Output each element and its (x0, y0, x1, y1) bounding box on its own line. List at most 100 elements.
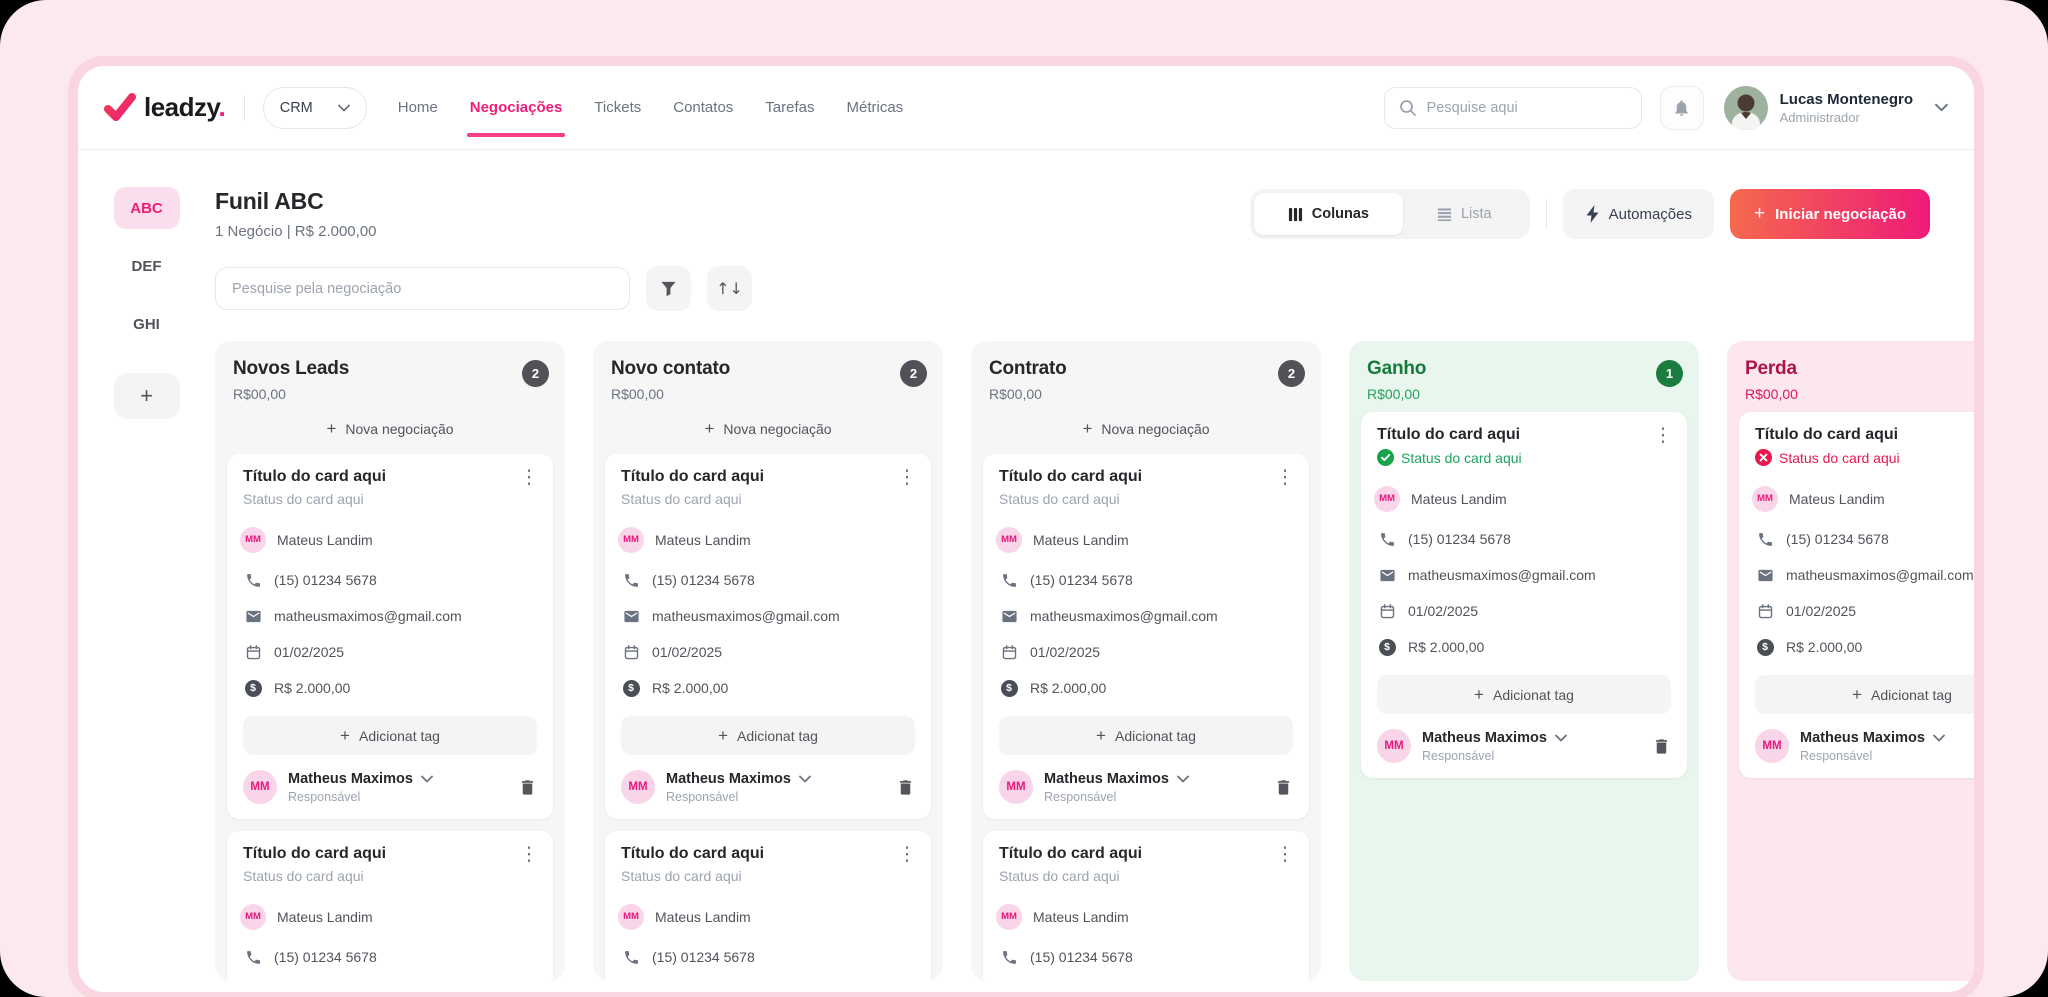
card-menu-button[interactable]: ⋮ (1273, 467, 1297, 488)
deal-card[interactable]: Título do card aqui Status do card aqui … (227, 831, 553, 981)
notifications-button[interactable] (1660, 86, 1704, 130)
new-deal-button[interactable]: + Nova negociação (593, 410, 943, 452)
card-title: Título do card aqui (621, 845, 915, 863)
card-contact-row: MM Mateus Landim (1377, 476, 1671, 521)
card-phone-row: (15) 01234 5678 (243, 562, 537, 598)
bell-icon (1672, 98, 1691, 118)
profile-menu[interactable]: Lucas Montenegro Administrador (1724, 86, 1948, 130)
add-tag-button[interactable]: + Adicionat tag (243, 716, 537, 755)
add-funnel-button[interactable]: + (114, 373, 180, 419)
phone-value: (15) 01234 5678 (1408, 531, 1511, 547)
add-tag-button[interactable]: + Adicionat tag (621, 716, 915, 755)
nav-item-tickets[interactable]: Tickets (593, 95, 642, 120)
deal-card[interactable]: Título do card aqui Status do card aqui … (983, 454, 1309, 819)
card-rows: MM Mateus Landim (15) 01234 5678 matheus… (1755, 476, 1974, 665)
owner-select[interactable]: Matheus Maximos (288, 771, 433, 787)
nav-item-contatos[interactable]: Contatos (672, 95, 734, 120)
owner-avatar: MM (999, 770, 1033, 804)
card-menu-button[interactable]: ⋮ (1651, 425, 1675, 446)
phone-icon (1001, 949, 1018, 966)
deal-card[interactable]: Título do card aqui Status do card aqui … (1361, 412, 1687, 778)
column-title: Perda (1745, 358, 1798, 380)
nav-item-metricas[interactable]: Métricas (846, 95, 905, 120)
deal-card[interactable]: Título do card aqui Status do card aqui … (605, 831, 931, 981)
sort-icon: ↑↓ (716, 279, 743, 298)
nav-item-negociacoes[interactable]: Negociações (469, 95, 564, 120)
date-value: 01/02/2025 (1408, 603, 1478, 619)
column-header: Contrato R$00,00 2 (971, 341, 1321, 410)
plus-icon: + (1852, 685, 1862, 705)
owner-select[interactable]: Matheus Maximos (1044, 771, 1189, 787)
contact-name: Mateus Landim (1033, 909, 1129, 925)
card-phone-row: (15) 01234 5678 (621, 939, 915, 975)
deal-card[interactable]: Título do card aqui Status do card aqui … (227, 454, 553, 819)
contact-avatar: MM (996, 904, 1022, 930)
funnel-item-abc[interactable]: ABC (114, 187, 180, 229)
owner-select[interactable]: Matheus Maximos (1800, 730, 1945, 746)
amount-icon: $ (245, 680, 262, 697)
card-contact-row: MM Mateus Landim (243, 894, 537, 939)
view-toggle-columns[interactable]: Colunas (1254, 193, 1403, 235)
owner-role: Responsável (1800, 749, 1945, 763)
global-search-input[interactable] (1427, 100, 1627, 116)
delete-card-button[interactable] (1274, 778, 1293, 797)
card-status: Status do card aqui (621, 868, 915, 884)
start-negotiation-button[interactable]: + Iniciar negociação (1730, 189, 1930, 239)
owner-select[interactable]: Matheus Maximos (1422, 730, 1567, 746)
board-column: Ganho R$00,00 1 Título do card aqui Stat… (1349, 341, 1699, 981)
add-tag-button[interactable]: + Adicionat tag (999, 716, 1293, 755)
card-footer: MM Matheus Maximos Responsável (621, 770, 915, 804)
deal-search-input[interactable] (232, 281, 613, 297)
sort-button[interactable]: ↑↓ (707, 266, 752, 311)
owner-block: Matheus Maximos Responsável (1422, 730, 1567, 763)
amount-icon: $ (1001, 680, 1018, 697)
add-tag-button[interactable]: + Adicionat tag (1755, 675, 1974, 714)
delete-card-button[interactable] (518, 778, 537, 797)
workspace-select[interactable]: CRM (263, 87, 367, 129)
funnel-item-ghi[interactable]: GHI (114, 303, 180, 345)
card-menu-button[interactable]: ⋮ (517, 467, 541, 488)
contact-avatar: MM (996, 527, 1022, 553)
search-icon (1399, 99, 1417, 117)
email-value: matheusmaximos@gmail.com (1786, 567, 1974, 583)
add-tag-button[interactable]: + Adicionat tag (1377, 675, 1671, 714)
column-count-badge: 2 (522, 360, 549, 387)
delete-card-button[interactable] (896, 778, 915, 797)
calendar-icon (1757, 603, 1774, 620)
card-menu-button[interactable]: ⋮ (895, 844, 919, 865)
owner-select[interactable]: Matheus Maximos (666, 771, 811, 787)
amount-value: R$ 2.000,00 (274, 680, 350, 696)
date-value: 01/02/2025 (274, 644, 344, 660)
delete-card-button[interactable] (1652, 737, 1671, 756)
view-toggle-list[interactable]: Lista (1403, 193, 1526, 235)
logo-check-icon (104, 93, 136, 123)
card-rows: MM Mateus Landim (15) 01234 5678 (621, 894, 915, 975)
automations-button[interactable]: Automações (1563, 189, 1714, 239)
card-contact-row: MM Mateus Landim (243, 517, 537, 562)
deal-card[interactable]: Título do card aqui Status do card aqui … (983, 831, 1309, 981)
funnel-item-def[interactable]: DEF (114, 245, 180, 287)
nav-item-home[interactable]: Home (397, 95, 439, 120)
filter-button[interactable] (646, 266, 691, 311)
column-value: R$00,00 (1745, 386, 1798, 402)
card-rows: MM Mateus Landim (15) 01234 5678 (999, 894, 1293, 975)
card-title: Título do card aqui (243, 845, 537, 863)
nav-item-tarefas[interactable]: Tarefas (764, 95, 815, 120)
column-heading: Novo contato R$00,00 (611, 358, 730, 402)
card-phone-row: (15) 01234 5678 (999, 562, 1293, 598)
phone-icon (245, 572, 262, 589)
deal-card[interactable]: Título do card aqui Status do card aqui … (605, 454, 931, 819)
card-menu-button[interactable]: ⋮ (1273, 844, 1297, 865)
card-status: Status do card aqui (243, 491, 537, 507)
contact-name: Mateus Landim (277, 532, 373, 548)
plus-icon: + (1082, 419, 1092, 439)
plus-icon: + (1474, 685, 1484, 705)
new-deal-button[interactable]: + Nova negociação (215, 410, 565, 452)
new-deal-button[interactable]: + Nova negociação (971, 410, 1321, 452)
card-menu-button[interactable]: ⋮ (895, 467, 919, 488)
deal-card[interactable]: Título do card aqui Status do card aqui … (1739, 412, 1974, 778)
contact-avatar: MM (240, 904, 266, 930)
card-phone-row: (15) 01234 5678 (1377, 521, 1671, 557)
card-menu-button[interactable]: ⋮ (517, 844, 541, 865)
page-title: Funil ABC (215, 188, 377, 215)
